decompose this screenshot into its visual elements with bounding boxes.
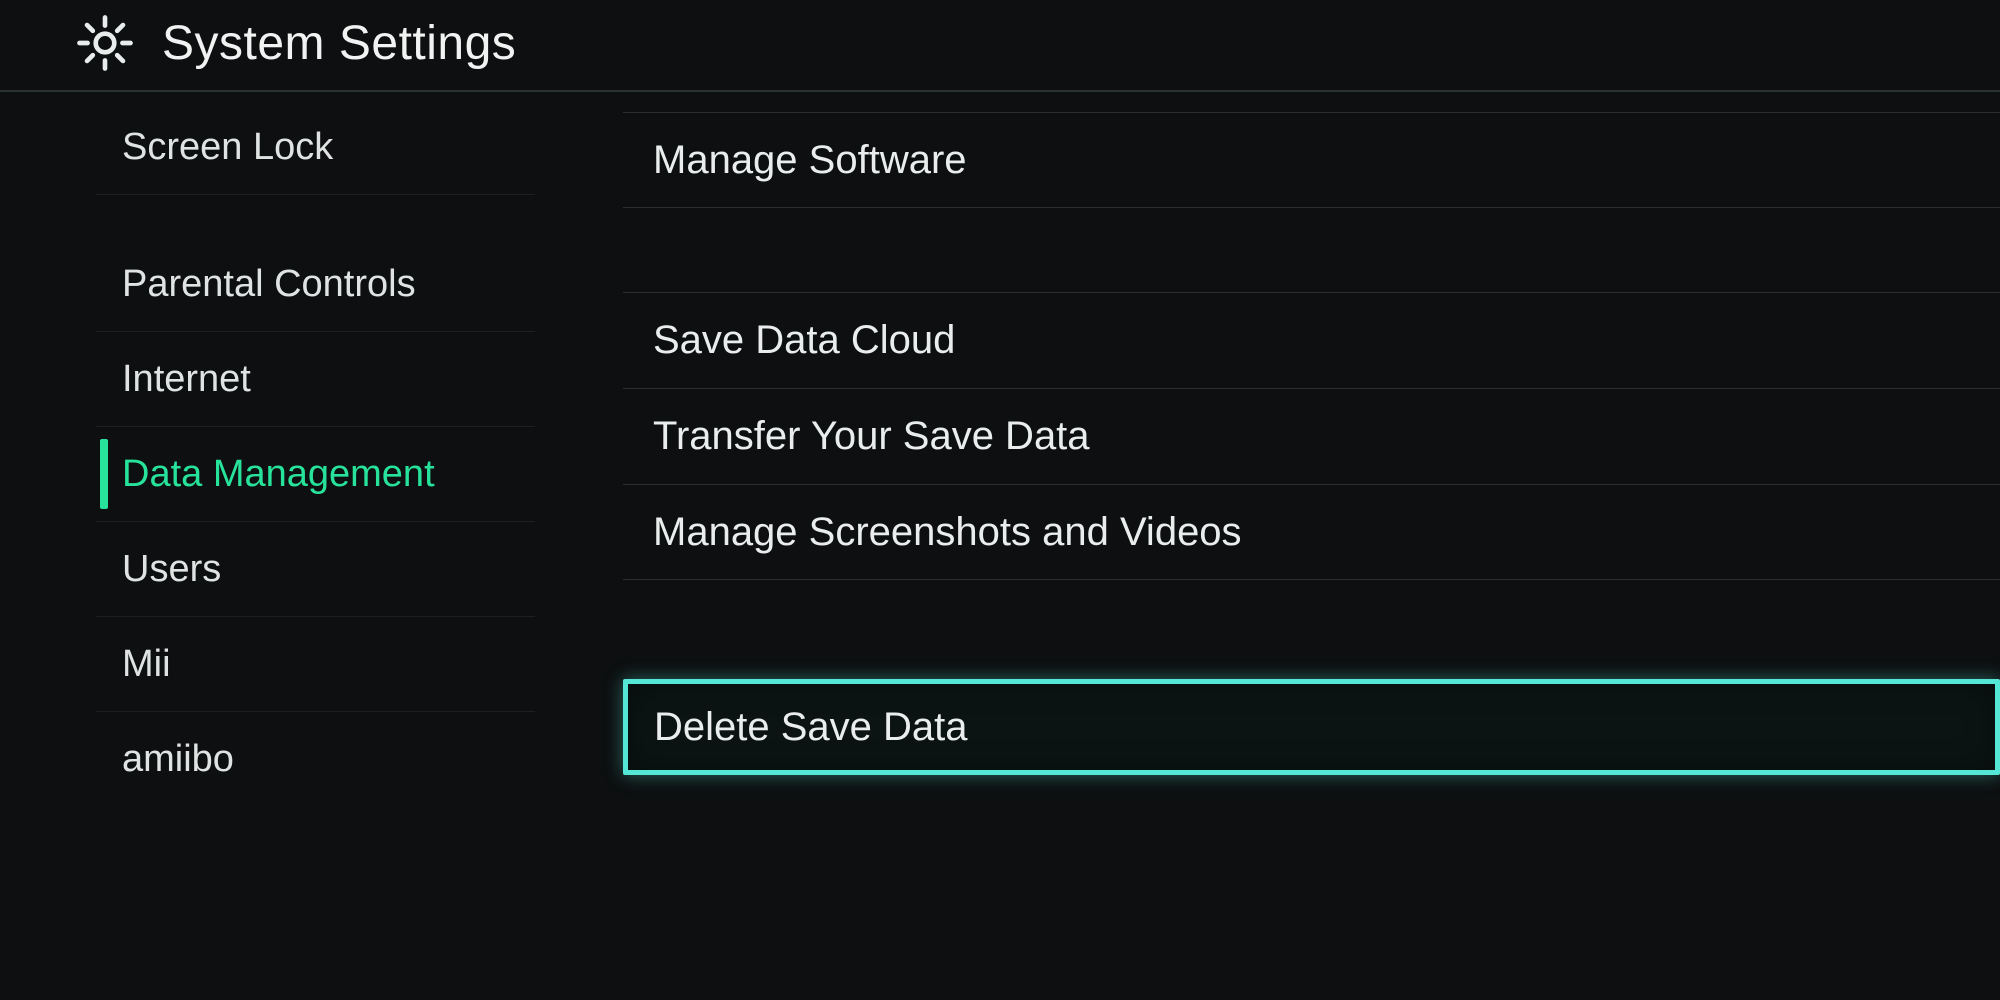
option-manage-software[interactable]: Manage Software <box>623 112 2000 208</box>
option-save-data-cloud[interactable]: Save Data Cloud <box>623 292 2000 388</box>
option-label: Transfer Your Save Data <box>653 414 1090 459</box>
sidebar-item-amiibo[interactable]: amiibo <box>96 712 535 807</box>
sidebar-item-label: Mii <box>122 643 171 686</box>
sidebar-item-mii[interactable]: Mii <box>96 617 535 712</box>
option-transfer-save-data[interactable]: Transfer Your Save Data <box>623 388 2000 484</box>
sidebar-item-label: Users <box>122 548 221 591</box>
page-title: System Settings <box>162 16 516 71</box>
sidebar-item-label: Internet <box>122 358 251 401</box>
sidebar-item-internet[interactable]: Internet <box>96 332 535 427</box>
sidebar-item-screen-lock[interactable]: Screen Lock <box>96 100 535 195</box>
sidebar-item-parental-controls[interactable]: Parental Controls <box>96 237 535 332</box>
sidebar-item-label: Screen Lock <box>122 126 333 169</box>
sidebar-item-label: Parental Controls <box>122 263 416 306</box>
option-manage-screenshots-videos[interactable]: Manage Screenshots and Videos <box>623 484 2000 580</box>
content-body: Screen Lock Parental Controls Internet D… <box>0 92 2000 1000</box>
divider-gap <box>623 208 2000 292</box>
gear-icon <box>76 14 134 72</box>
settings-main-panel: Manage Software Save Data Cloud Transfer… <box>535 92 2000 1000</box>
sidebar-item-data-management[interactable]: Data Management <box>96 427 535 522</box>
option-label: Manage Screenshots and Videos <box>653 510 1242 555</box>
option-label: Delete Save Data <box>654 705 968 750</box>
divider-gap <box>623 580 2000 680</box>
sidebar-item-label: Data Management <box>122 453 435 496</box>
option-label: Manage Software <box>653 138 967 183</box>
option-label: Save Data Cloud <box>653 318 955 363</box>
sidebar-item-label: amiibo <box>122 738 234 781</box>
option-delete-save-data[interactable]: Delete Save Data <box>623 679 2000 775</box>
header: System Settings <box>0 0 2000 92</box>
settings-sidebar: Screen Lock Parental Controls Internet D… <box>0 92 535 1000</box>
sidebar-item-users[interactable]: Users <box>96 522 535 617</box>
